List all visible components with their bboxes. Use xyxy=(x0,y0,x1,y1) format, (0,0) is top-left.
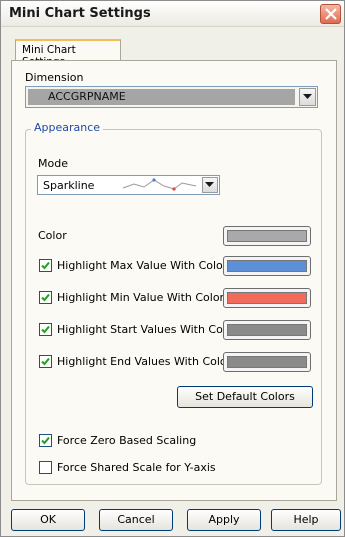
ok-button[interactable]: OK xyxy=(11,509,85,531)
apply-button[interactable]: Apply xyxy=(187,509,261,531)
checkmark-icon xyxy=(41,325,50,334)
dimension-dropdown-button[interactable] xyxy=(299,88,316,106)
highlight-max-color-swatch xyxy=(227,260,307,272)
mini-chart-settings-dialog: Mini Chart Settings Mini Chart Settings … xyxy=(0,0,345,537)
help-button[interactable]: Help xyxy=(271,509,341,531)
force-shared-scale-checkbox[interactable] xyxy=(39,461,52,474)
mode-select[interactable]: Sparkline xyxy=(37,175,220,195)
highlight-min-label: Highlight Min Value With Color xyxy=(57,291,225,304)
highlight-start-label: Highlight Start Values With Color xyxy=(57,323,238,336)
highlight-max-label: Highlight Max Value With Color xyxy=(57,259,228,272)
tab-mini-chart-settings[interactable]: Mini Chart Settings xyxy=(15,39,121,68)
mode-value: Sparkline xyxy=(43,179,95,192)
highlight-min-color-button[interactable] xyxy=(223,288,311,308)
force-zero-scaling-label: Force Zero Based Scaling xyxy=(57,434,197,447)
title-bar[interactable]: Mini Chart Settings xyxy=(1,1,344,27)
window-title: Mini Chart Settings xyxy=(9,6,151,21)
sparkline-icon xyxy=(122,178,197,191)
mode-dropdown-button[interactable] xyxy=(202,177,218,193)
color-label: Color xyxy=(38,229,67,242)
dimension-value: ACCGRPNAME xyxy=(28,89,295,105)
highlight-end-label: Highlight End Values With Color xyxy=(57,355,232,368)
highlight-min-color-swatch xyxy=(227,292,307,304)
highlight-start-checkbox[interactable] xyxy=(39,323,52,336)
highlight-max-color-button[interactable] xyxy=(223,256,311,276)
force-zero-scaling-checkbox[interactable] xyxy=(39,434,52,447)
dimension-select[interactable]: ACCGRPNAME xyxy=(25,86,318,108)
highlight-end-color-button[interactable] xyxy=(223,352,311,372)
highlight-min-checkbox[interactable] xyxy=(39,291,52,304)
checkmark-icon xyxy=(41,261,50,270)
chevron-down-icon xyxy=(303,94,312,99)
set-default-colors-button[interactable]: Set Default Colors xyxy=(177,386,313,408)
chevron-down-icon xyxy=(205,182,214,187)
appearance-group-label: Appearance xyxy=(31,121,104,134)
checkmark-icon xyxy=(41,436,50,445)
close-button[interactable] xyxy=(320,4,341,24)
checkmark-icon xyxy=(41,357,50,366)
highlight-start-color-button[interactable] xyxy=(223,320,311,340)
force-shared-scale-label: Force Shared Scale for Y-axis xyxy=(57,461,216,474)
highlight-start-color-swatch xyxy=(227,324,307,336)
highlight-end-color-swatch xyxy=(227,356,307,368)
color-button[interactable] xyxy=(223,226,311,246)
checkmark-icon xyxy=(41,293,50,302)
color-swatch xyxy=(227,230,307,242)
highlight-end-checkbox[interactable] xyxy=(39,355,52,368)
close-icon xyxy=(325,8,337,20)
dimension-label: Dimension xyxy=(25,71,84,84)
mode-label: Mode xyxy=(38,157,68,170)
highlight-max-checkbox[interactable] xyxy=(39,259,52,272)
cancel-button[interactable]: Cancel xyxy=(99,509,173,531)
